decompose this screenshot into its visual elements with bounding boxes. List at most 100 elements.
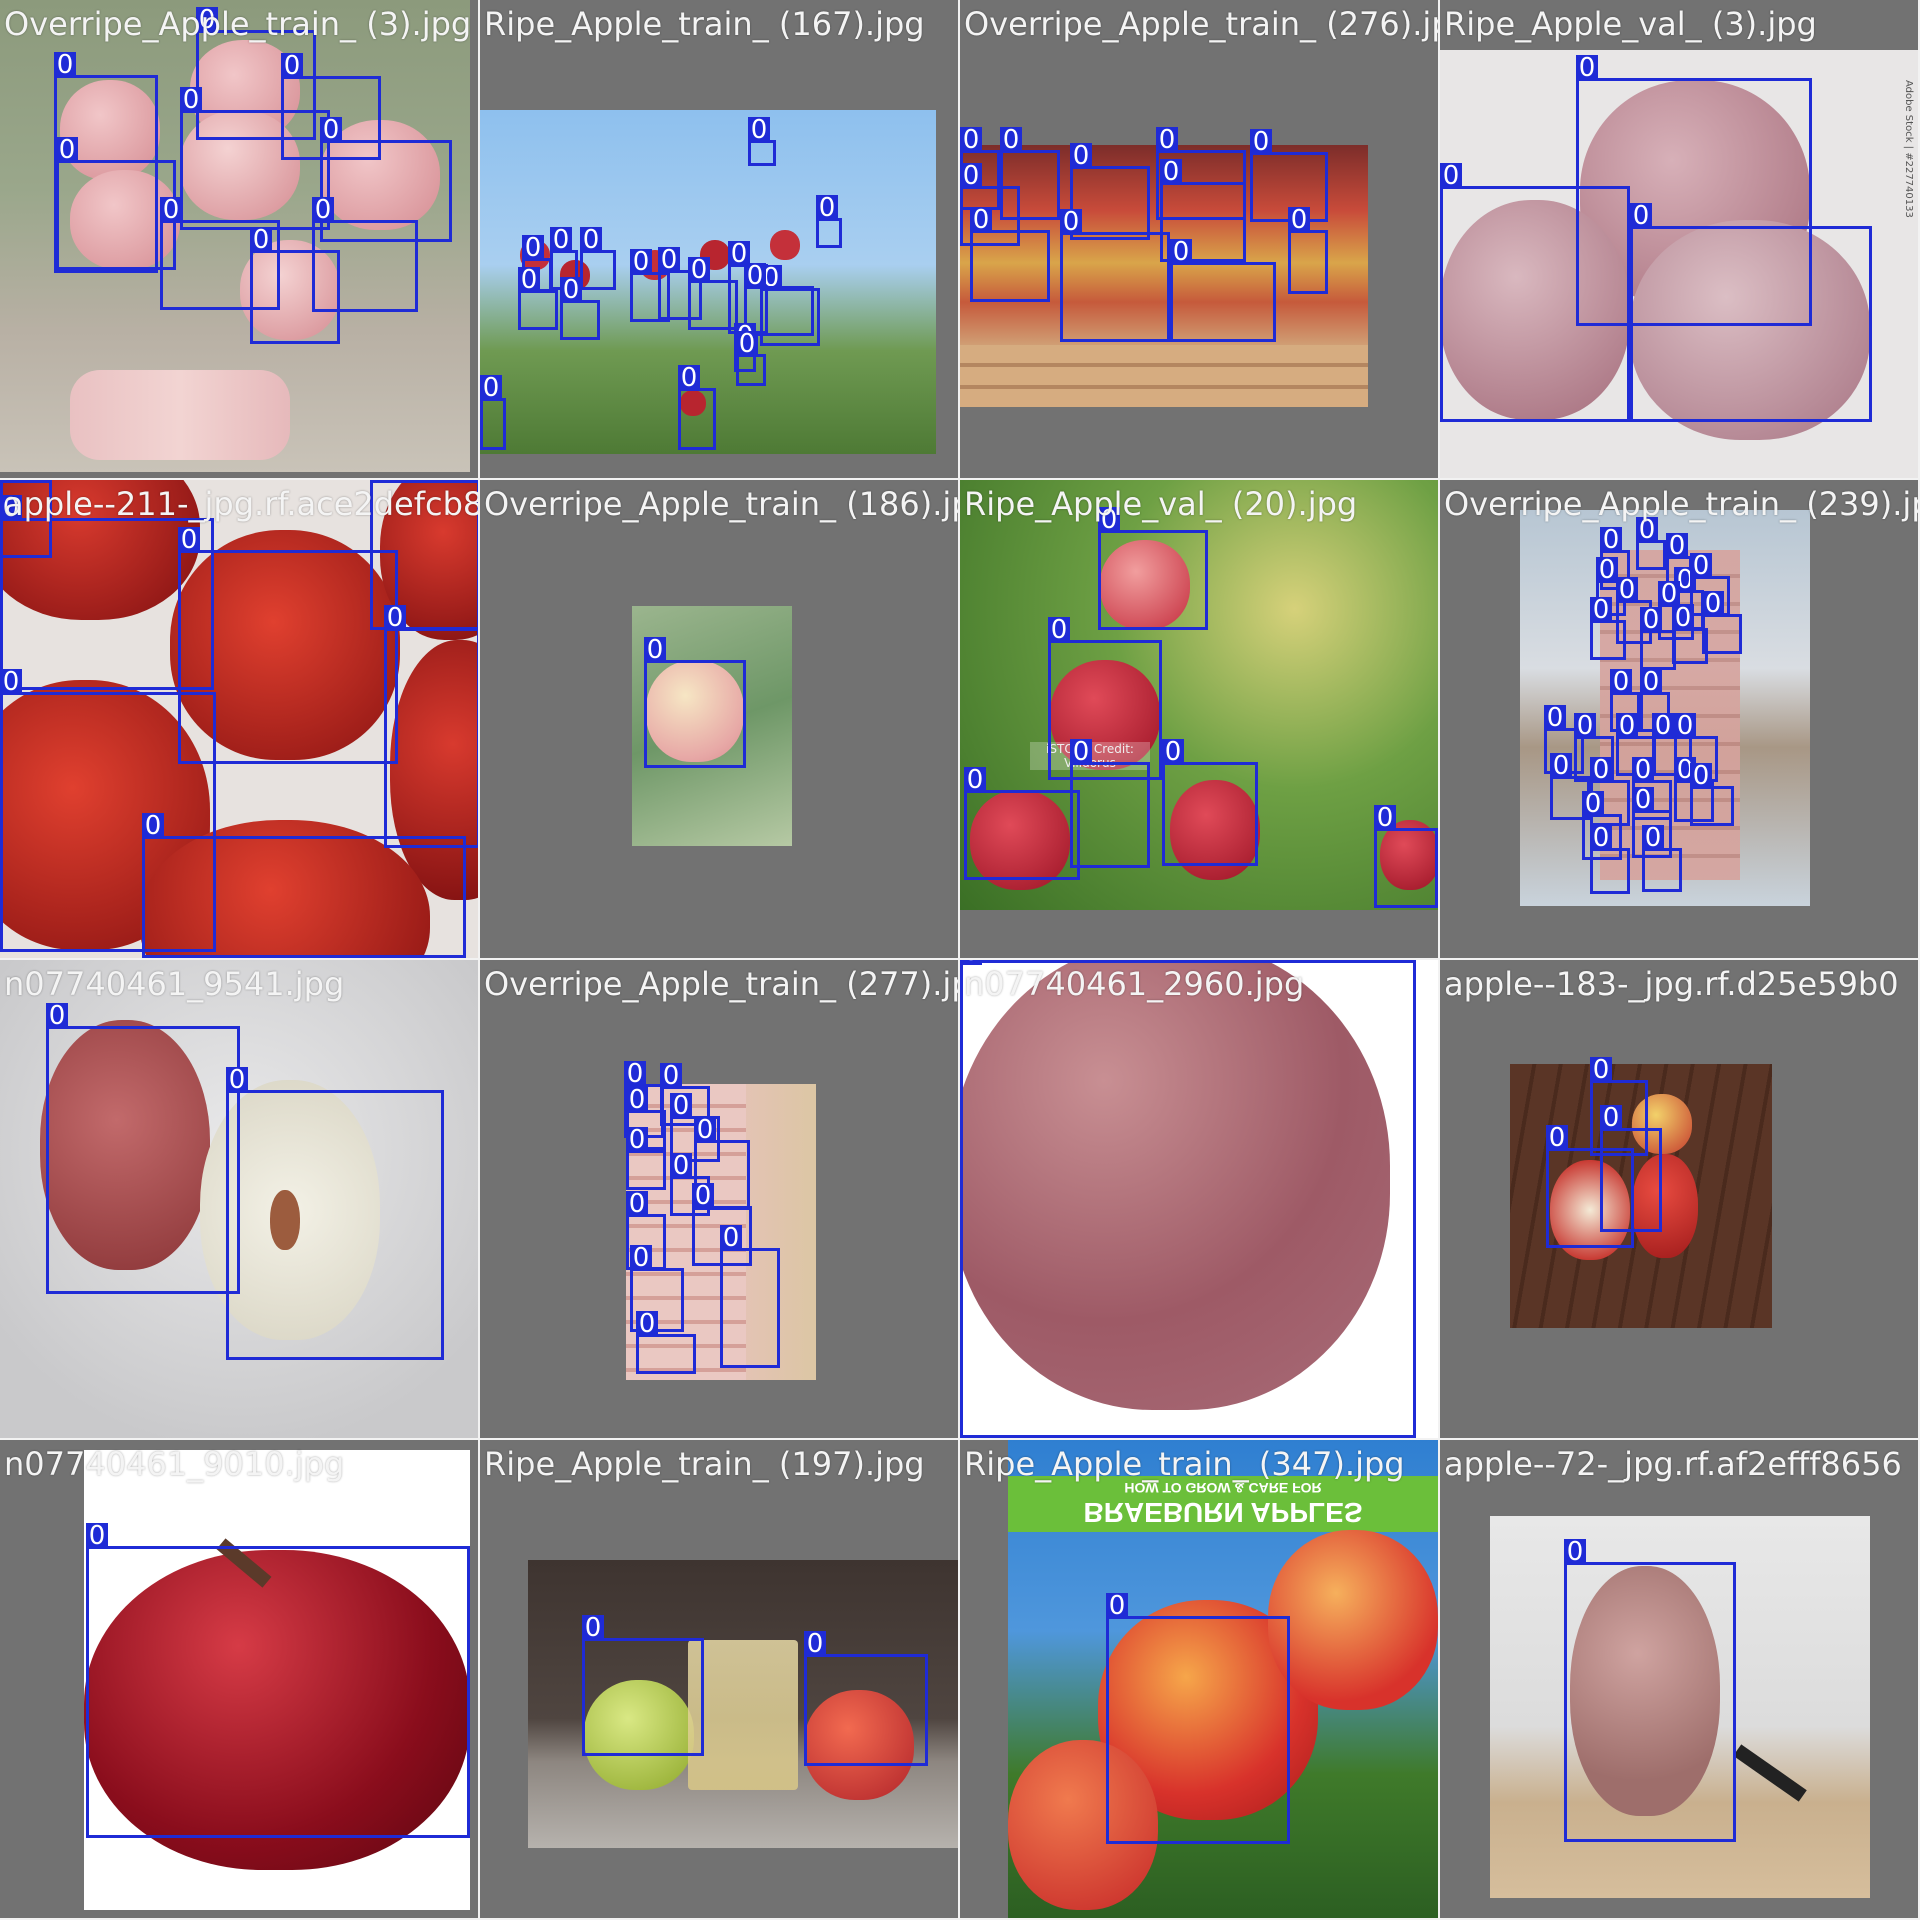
class-label: 0	[1250, 129, 1272, 155]
mosaic-tile[interactable]: iSTOCK Credit: Vilidorus Ripe_Apple_val_…	[960, 480, 1440, 960]
bbox: 0	[142, 813, 466, 958]
class-label: 0	[54, 52, 76, 78]
class-label: 0	[964, 767, 986, 793]
class-label: 0	[1590, 825, 1612, 851]
mosaic-tile[interactable]: Overripe_Apple_train_ (277).jpg 0 0 0 0 …	[480, 960, 960, 1440]
bbox: 0	[960, 960, 1416, 1438]
class-label: 0	[1702, 591, 1724, 617]
banner-title: BRAEBURN APPLES	[1083, 1497, 1363, 1528]
mosaic-tile[interactable]: HOW TO GROW & CARE FOR BRAEBURN APPLES R…	[960, 1440, 1440, 1920]
mosaic-tile[interactable]: Ripe_Apple_train_ (197).jpg 0 0	[480, 1440, 960, 1920]
filename-label: Overripe_Apple_train_ (186).jpg	[484, 485, 960, 523]
filename-label: Ripe_Apple_val_ (3).jpg	[1444, 5, 1817, 43]
class-label: 0	[970, 207, 992, 233]
mosaic-tile[interactable]: Overripe_Apple_train_ (276).jpg 0 0 0 0 …	[960, 0, 1440, 480]
bbox: 0	[384, 605, 478, 848]
class-label: 0	[1170, 239, 1192, 265]
bbox: 0	[970, 207, 1050, 302]
class-label: 0	[960, 127, 982, 153]
bbox: 0	[560, 277, 600, 340]
class-label: 0	[636, 1311, 658, 1337]
class-label: 0	[86, 1523, 108, 1549]
class-label: 0	[178, 527, 200, 553]
class-label: 0	[160, 197, 182, 223]
bbox: 0	[636, 1311, 696, 1374]
class-label: 0	[1610, 669, 1632, 695]
class-label: 0	[1672, 605, 1694, 631]
bbox: 0	[518, 267, 558, 330]
class-label: 0	[1590, 757, 1612, 783]
class-label: 0	[1160, 159, 1182, 185]
mosaic-tile[interactable]: n07740461_2960.jpg 0	[960, 960, 1440, 1440]
class-label: 0	[1060, 209, 1082, 235]
class-label: 0	[1616, 577, 1638, 603]
class-label: 0	[1162, 739, 1184, 765]
bbox: 0	[1048, 617, 1162, 780]
mosaic-tile[interactable]: apple--183-_jpg.rf.d25e59b0 0 0 0	[1440, 960, 1920, 1440]
class-label: 0	[1596, 557, 1618, 583]
bbox: 0	[56, 137, 176, 270]
mosaic-tile[interactable]: Overripe_Apple_train_ (3).jpg 0 0 0 0 0 …	[0, 0, 480, 480]
class-label: 0	[550, 227, 572, 253]
class-label: 0	[180, 87, 202, 113]
class-label: 0	[0, 669, 22, 695]
class-label: 0	[1590, 597, 1612, 623]
bbox: 0	[180, 87, 330, 230]
class-label: 0	[1632, 787, 1654, 813]
class-label: 0	[522, 235, 544, 261]
bbox: 0	[1374, 805, 1438, 908]
bbox: 0	[678, 365, 716, 450]
mosaic-tile[interactable]: Overripe_Apple_train_ (186).jpg 0	[480, 480, 960, 960]
bbox: 0	[1630, 203, 1872, 422]
bbox: 0	[1546, 1125, 1634, 1248]
mosaic-tile[interactable]: n07740461_9541.jpg 0 0	[0, 960, 480, 1440]
bbox: 0	[1106, 1593, 1290, 1844]
class-label: 0	[1674, 713, 1696, 739]
class-label: 0	[1640, 607, 1662, 633]
class-label: 0	[518, 267, 540, 293]
filename-label: Ripe_Apple_train_ (197).jpg	[484, 1445, 925, 1483]
bbox: 0	[1288, 207, 1328, 294]
bbox: 0	[1070, 739, 1150, 868]
class-label: 0	[56, 137, 78, 163]
filename-label: Overripe_Apple_train_ (239).jpg	[1444, 485, 1920, 523]
mosaic-tile[interactable]: apple--211-_jpg.rf.ace2defcb8d6c88e0ae9f…	[0, 480, 480, 960]
class-label: 0	[1690, 763, 1712, 789]
class-label: 0	[1630, 203, 1652, 229]
bbox: 0	[1640, 607, 1676, 670]
filename-label: Ripe_Apple_val_ (20).jpg	[964, 485, 1358, 523]
class-label: 0	[1690, 553, 1712, 579]
class-label: 0	[1632, 757, 1654, 783]
class-label: 0	[1544, 705, 1566, 731]
class-label: 0	[281, 53, 303, 79]
class-label: 0	[1666, 533, 1688, 559]
class-label: 0	[692, 1183, 714, 1209]
mosaic-tile[interactable]: Ripe_Apple_train_ (167).jpg 0 0 0 0 0 0 …	[480, 0, 960, 480]
class-label: 0	[480, 375, 502, 401]
class-label: 0	[226, 1067, 248, 1093]
class-label: 0	[0, 480, 22, 483]
class-label: 0	[1156, 127, 1178, 153]
title-banner: HOW TO GROW & CARE FOR BRAEBURN APPLES	[1008, 1476, 1438, 1532]
bbox: 0	[736, 331, 766, 386]
class-label: 0	[370, 480, 392, 483]
class-label: 0	[1600, 1105, 1622, 1131]
filename-label: apple--72-_jpg.rf.af2efff8656	[1444, 1445, 1902, 1483]
bbox: 0	[964, 767, 1080, 880]
class-label: 0	[1048, 617, 1070, 643]
bbox: 0	[1690, 763, 1734, 826]
bbox: 0	[480, 375, 506, 450]
mosaic-tile[interactable]: apple--72-_jpg.rf.af2efff8656 0	[1440, 1440, 1920, 1920]
class-label: 0	[142, 813, 164, 839]
filename-label: Overripe_Apple_train_ (3).jpg	[4, 5, 472, 43]
mosaic-tile[interactable]: n07740461_9010.jpg 0	[0, 1440, 480, 1920]
class-label: 0	[46, 1003, 68, 1029]
bbox: 0	[1070, 143, 1150, 240]
class-label: 0	[1546, 1125, 1568, 1151]
bbox: 0	[1440, 163, 1630, 422]
class-label: 0	[630, 1245, 652, 1271]
class-label: 0	[250, 227, 272, 253]
mosaic-tile[interactable]: Overripe_Apple_train_ (239).jpg 0 0 0 0 …	[1440, 480, 1920, 960]
mosaic-tile[interactable]: Adobe Stock | #227740133 Ripe_Apple_val_…	[1440, 0, 1920, 480]
class-label: 0	[1642, 825, 1664, 851]
